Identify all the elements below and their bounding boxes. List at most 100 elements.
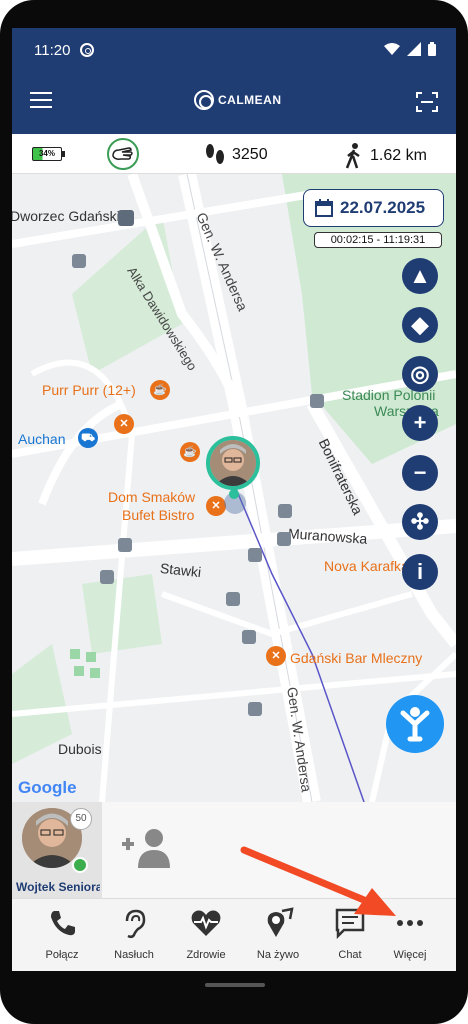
status-bar: 11:20: [12, 28, 456, 72]
map-label-station: Dworzec Gdański: [12, 208, 120, 224]
steps-counter: 3250: [204, 143, 268, 167]
chat-icon: [335, 908, 365, 939]
device-bottom-bezel: [0, 971, 468, 1024]
compress-icon: ✣: [410, 509, 430, 534]
nav-label-zdrowie: Zdrowie: [186, 949, 226, 961]
nav-label-wiecej: Więcej: [393, 949, 427, 961]
user-strip: 50 Wojtek Seniora: [12, 802, 456, 898]
minus-icon: −: [413, 460, 427, 485]
distance-counter: 1.62 km: [344, 143, 427, 169]
date-picker-button[interactable]: 22.07.2025: [303, 189, 444, 227]
bus-stop-icon-9: [248, 702, 262, 716]
user-name: Wojtek Seniora: [16, 880, 100, 894]
google-logo: Google: [18, 778, 77, 797]
ear-icon: [125, 909, 146, 939]
scan-icon[interactable]: [416, 92, 438, 112]
bus-stop-icon-4: [118, 538, 132, 552]
bottom-navigation: Połącz Nasłuch Zdrowie Na żywo Chat Więc…: [12, 898, 456, 971]
live-pin-icon: [267, 907, 294, 937]
date-value: 22.07.2025: [340, 198, 426, 217]
screen: 11:20 CALMEAN 34% 3250 1.62 km Dworzec G…: [12, 28, 456, 971]
fit-bounds-button[interactable]: ✣: [402, 504, 438, 540]
nav-item-chat[interactable]: Chat: [318, 899, 382, 971]
logo-icon: [194, 90, 214, 110]
heart-pulse-icon: [191, 910, 221, 936]
compass-button[interactable]: ▲: [402, 258, 438, 294]
map-label-nova: Nova Karafka: [324, 558, 409, 574]
app-logo: CALMEAN: [194, 90, 282, 110]
layers-icon: ◆: [411, 312, 429, 337]
steps-value: 3250: [232, 146, 268, 163]
navigation-arrow-icon: ▲: [409, 263, 431, 288]
map-view[interactable]: Dworzec Gdański Alka Dawidowskiego Gen. …: [12, 174, 456, 802]
sync-icon: [80, 43, 94, 57]
my-location-button[interactable]: ◎: [402, 356, 438, 392]
nav-item-na-zywo[interactable]: Na żywo: [246, 899, 310, 971]
map-label-dom-smakow-2: Bufet Bistro: [122, 507, 195, 523]
map-label-gdanski-bar: Gdański Bar Mleczny: [290, 650, 423, 666]
cafe-icon: ☕: [150, 380, 170, 400]
nav-item-polacz[interactable]: Połącz: [30, 899, 94, 971]
map-label-dom-smakow-1: Dom Smaków: [108, 489, 196, 505]
battery-level: 34%: [32, 147, 65, 161]
calendar-icon: [315, 199, 333, 217]
bus-stop-icon-5: [100, 570, 114, 584]
bus-stop-icon-10: [278, 504, 292, 518]
nav-label-nasluch: Nasłuch: [114, 949, 154, 961]
layers-button[interactable]: ◆: [402, 307, 438, 343]
map-label-purr: Purr Purr (12+): [42, 382, 136, 398]
bus-stop-icon-7: [310, 394, 324, 408]
pin-avatar-photo: [210, 440, 256, 486]
info-button[interactable]: i: [402, 554, 438, 590]
distance-value: 1.62 km: [370, 147, 427, 164]
more-icon: [397, 920, 423, 926]
user-card[interactable]: 50 Wojtek Seniora: [12, 802, 102, 898]
phone-icon: [51, 911, 75, 936]
nav-item-wiecej[interactable]: Więcej: [378, 899, 442, 971]
person-arms-up-icon: [400, 707, 430, 742]
user-badge: 50: [70, 808, 92, 830]
bus-stop-icon-8: [242, 630, 256, 644]
nav-item-nasluch[interactable]: Nasłuch: [102, 899, 166, 971]
add-user-icon[interactable]: [120, 828, 176, 868]
time-range[interactable]: 00:02:15 - 11:19:31: [314, 232, 442, 248]
pin-tip: [229, 489, 239, 499]
bus-stop-icon-6: [226, 592, 240, 606]
home-indicator[interactable]: [205, 983, 265, 987]
signal-icon: [407, 42, 421, 56]
restaurant-icon: ✕: [114, 414, 134, 434]
bus-stop-icon-2: [277, 532, 291, 546]
bus-stop-icon: [72, 254, 86, 268]
footsteps-icon: [206, 144, 224, 164]
plus-icon: +: [413, 410, 427, 435]
nav-label-chat: Chat: [338, 949, 362, 961]
locate-icon: ◎: [410, 361, 430, 386]
zoom-out-button[interactable]: −: [402, 455, 438, 491]
info-icon: i: [416, 559, 424, 584]
app-bar: CALMEAN: [12, 72, 456, 134]
map-label-auchan: Auchan: [18, 431, 66, 447]
battery-icon: [428, 42, 436, 56]
zoom-in-button[interactable]: +: [402, 405, 438, 441]
restaurant-icon-3: ✕: [266, 646, 286, 666]
online-status-dot: [72, 857, 88, 873]
cafe-icon-2: ☕: [180, 442, 200, 462]
nav-item-zdrowie[interactable]: Zdrowie: [174, 899, 238, 971]
menu-icon[interactable]: [30, 92, 52, 110]
nav-label-na-zywo: Na żywo: [256, 949, 300, 961]
restaurant-icon-2: ✕: [206, 496, 226, 516]
station-icon: [118, 210, 134, 226]
hand-icon[interactable]: [107, 138, 139, 170]
sos-fab-button[interactable]: [386, 695, 444, 753]
info-bar: 34% 3250 1.62 km: [12, 134, 456, 174]
bus-stop-icon-3: [248, 548, 262, 562]
status-time: 11:20: [34, 42, 71, 59]
nav-label-polacz: Połącz: [45, 949, 79, 961]
user-location-pin[interactable]: [206, 436, 260, 490]
status-icons: [384, 42, 436, 56]
map-label-dubois: Dubois: [58, 741, 102, 757]
logo-text: CALMEAN: [218, 93, 282, 107]
shopping-icon: ⛟: [78, 428, 98, 448]
walking-icon: [345, 143, 360, 169]
wifi-icon: [384, 43, 400, 55]
